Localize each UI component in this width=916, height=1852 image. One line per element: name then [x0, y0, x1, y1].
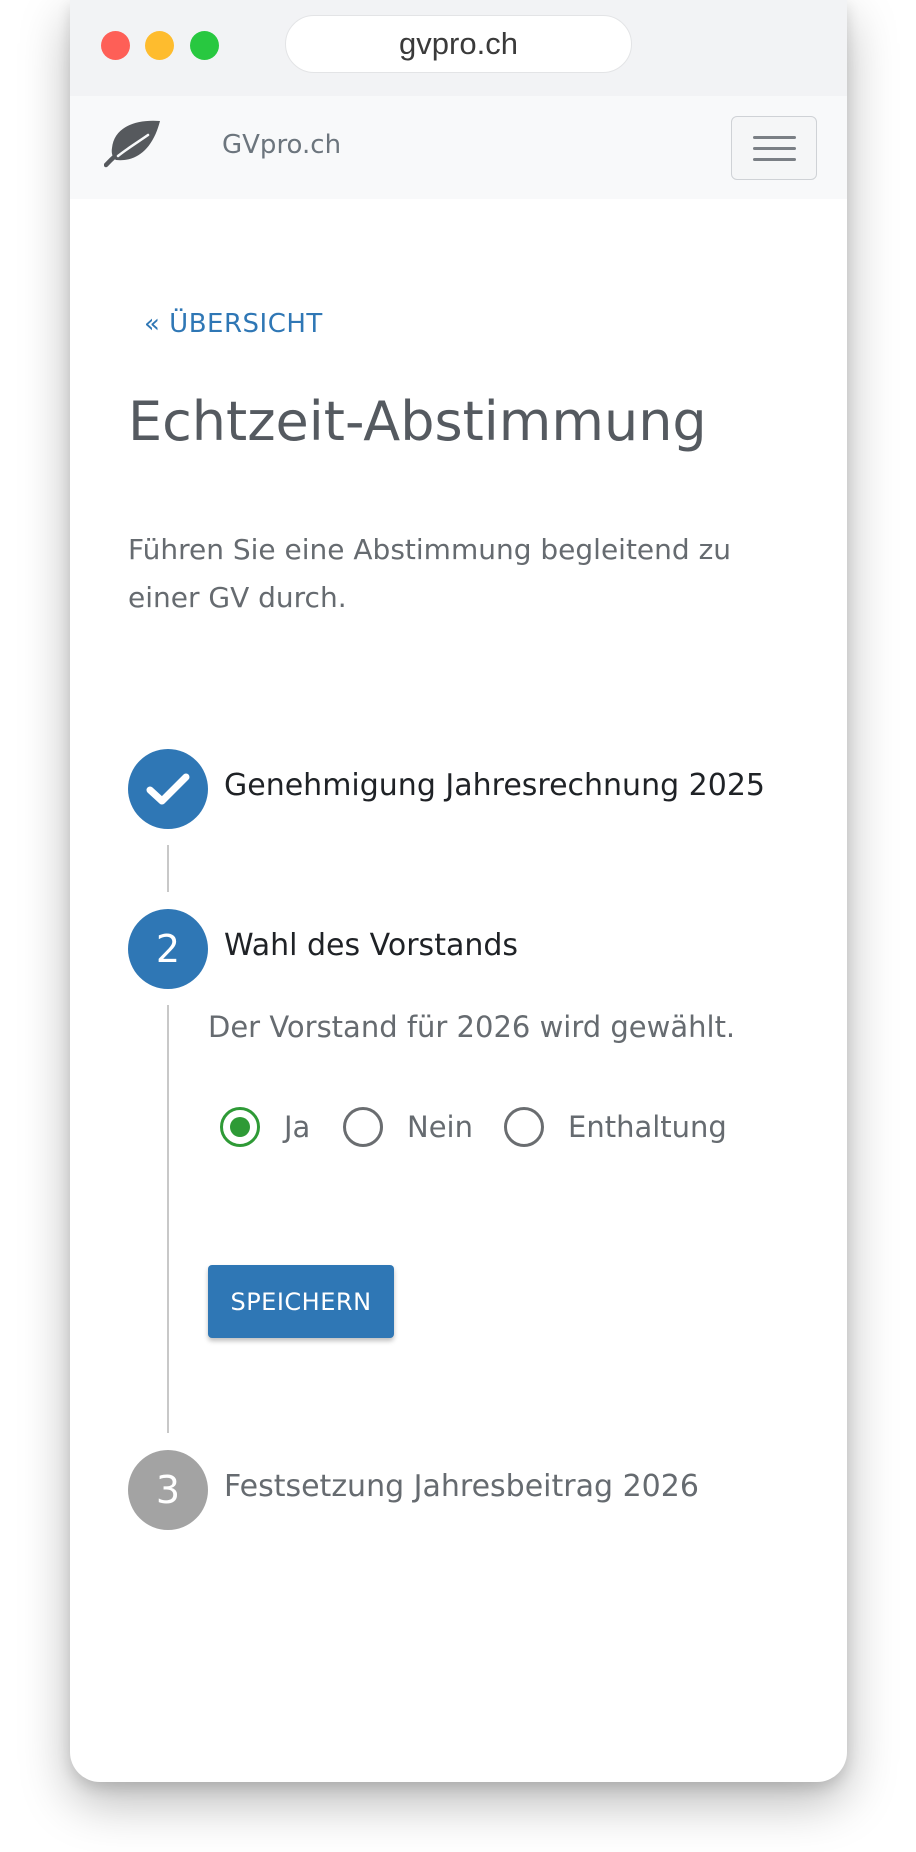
- address-bar-url: gvpro.ch: [399, 26, 518, 61]
- maximize-window-button[interactable]: [190, 31, 219, 60]
- back-to-overview-link[interactable]: « ÜBERSICHT: [144, 309, 323, 339]
- hamburger-menu-icon[interactable]: [731, 116, 817, 180]
- site-navbar: GVpro.ch: [70, 96, 847, 199]
- radio-button-nein[interactable]: [343, 1107, 383, 1147]
- leaf-icon[interactable]: [104, 118, 164, 168]
- browser-window: gvpro.ch GVpro.ch « ÜBERSICHT Echtzeit-A…: [70, 0, 847, 1782]
- radio-button-enthaltung[interactable]: [504, 1107, 544, 1147]
- stage: gvpro.ch GVpro.ch « ÜBERSICHT Echtzeit-A…: [0, 0, 916, 1852]
- step-3-indicator: 3: [128, 1450, 208, 1530]
- minimize-window-button[interactable]: [145, 31, 174, 60]
- radio-label: Nein: [407, 1110, 473, 1144]
- step-connector: [167, 845, 169, 892]
- radio-label: Enthaltung: [568, 1110, 727, 1144]
- checkmark-icon: [146, 773, 190, 805]
- step-2-indicator: 2: [128, 909, 208, 989]
- step-connector: [167, 1005, 169, 1433]
- step-1-indicator: [128, 749, 208, 829]
- radio-label: Ja: [284, 1110, 311, 1144]
- brand-name[interactable]: GVpro.ch: [222, 130, 341, 160]
- vote-option-nein[interactable]: Nein: [343, 1104, 473, 1150]
- vote-option-ja[interactable]: Ja: [220, 1104, 310, 1150]
- address-bar[interactable]: gvpro.ch: [285, 15, 632, 73]
- vote-option-enthaltung[interactable]: Enthaltung: [504, 1104, 727, 1150]
- step-3-title[interactable]: Festsetzung Jahresbeitrag 2026: [224, 1469, 699, 1504]
- step-2-number: 2: [155, 927, 181, 971]
- save-button[interactable]: SPEICHERN: [208, 1265, 394, 1338]
- page-title: Echtzeit-Abstimmung: [128, 390, 707, 453]
- radio-button-ja[interactable]: [220, 1107, 260, 1147]
- step-2-description: Der Vorstand für 2026 wird gewählt.: [208, 1010, 736, 1044]
- step-2-title[interactable]: Wahl des Vorstands: [224, 928, 518, 963]
- close-window-button[interactable]: [101, 31, 130, 60]
- step-3-number: 3: [155, 1468, 181, 1512]
- browser-titlebar: gvpro.ch: [70, 0, 847, 96]
- step-1-title[interactable]: Genehmigung Jahresrechnung 2025: [224, 768, 765, 803]
- page-lead: Führen Sie eine Abstimmung begleitend zu…: [128, 533, 732, 614]
